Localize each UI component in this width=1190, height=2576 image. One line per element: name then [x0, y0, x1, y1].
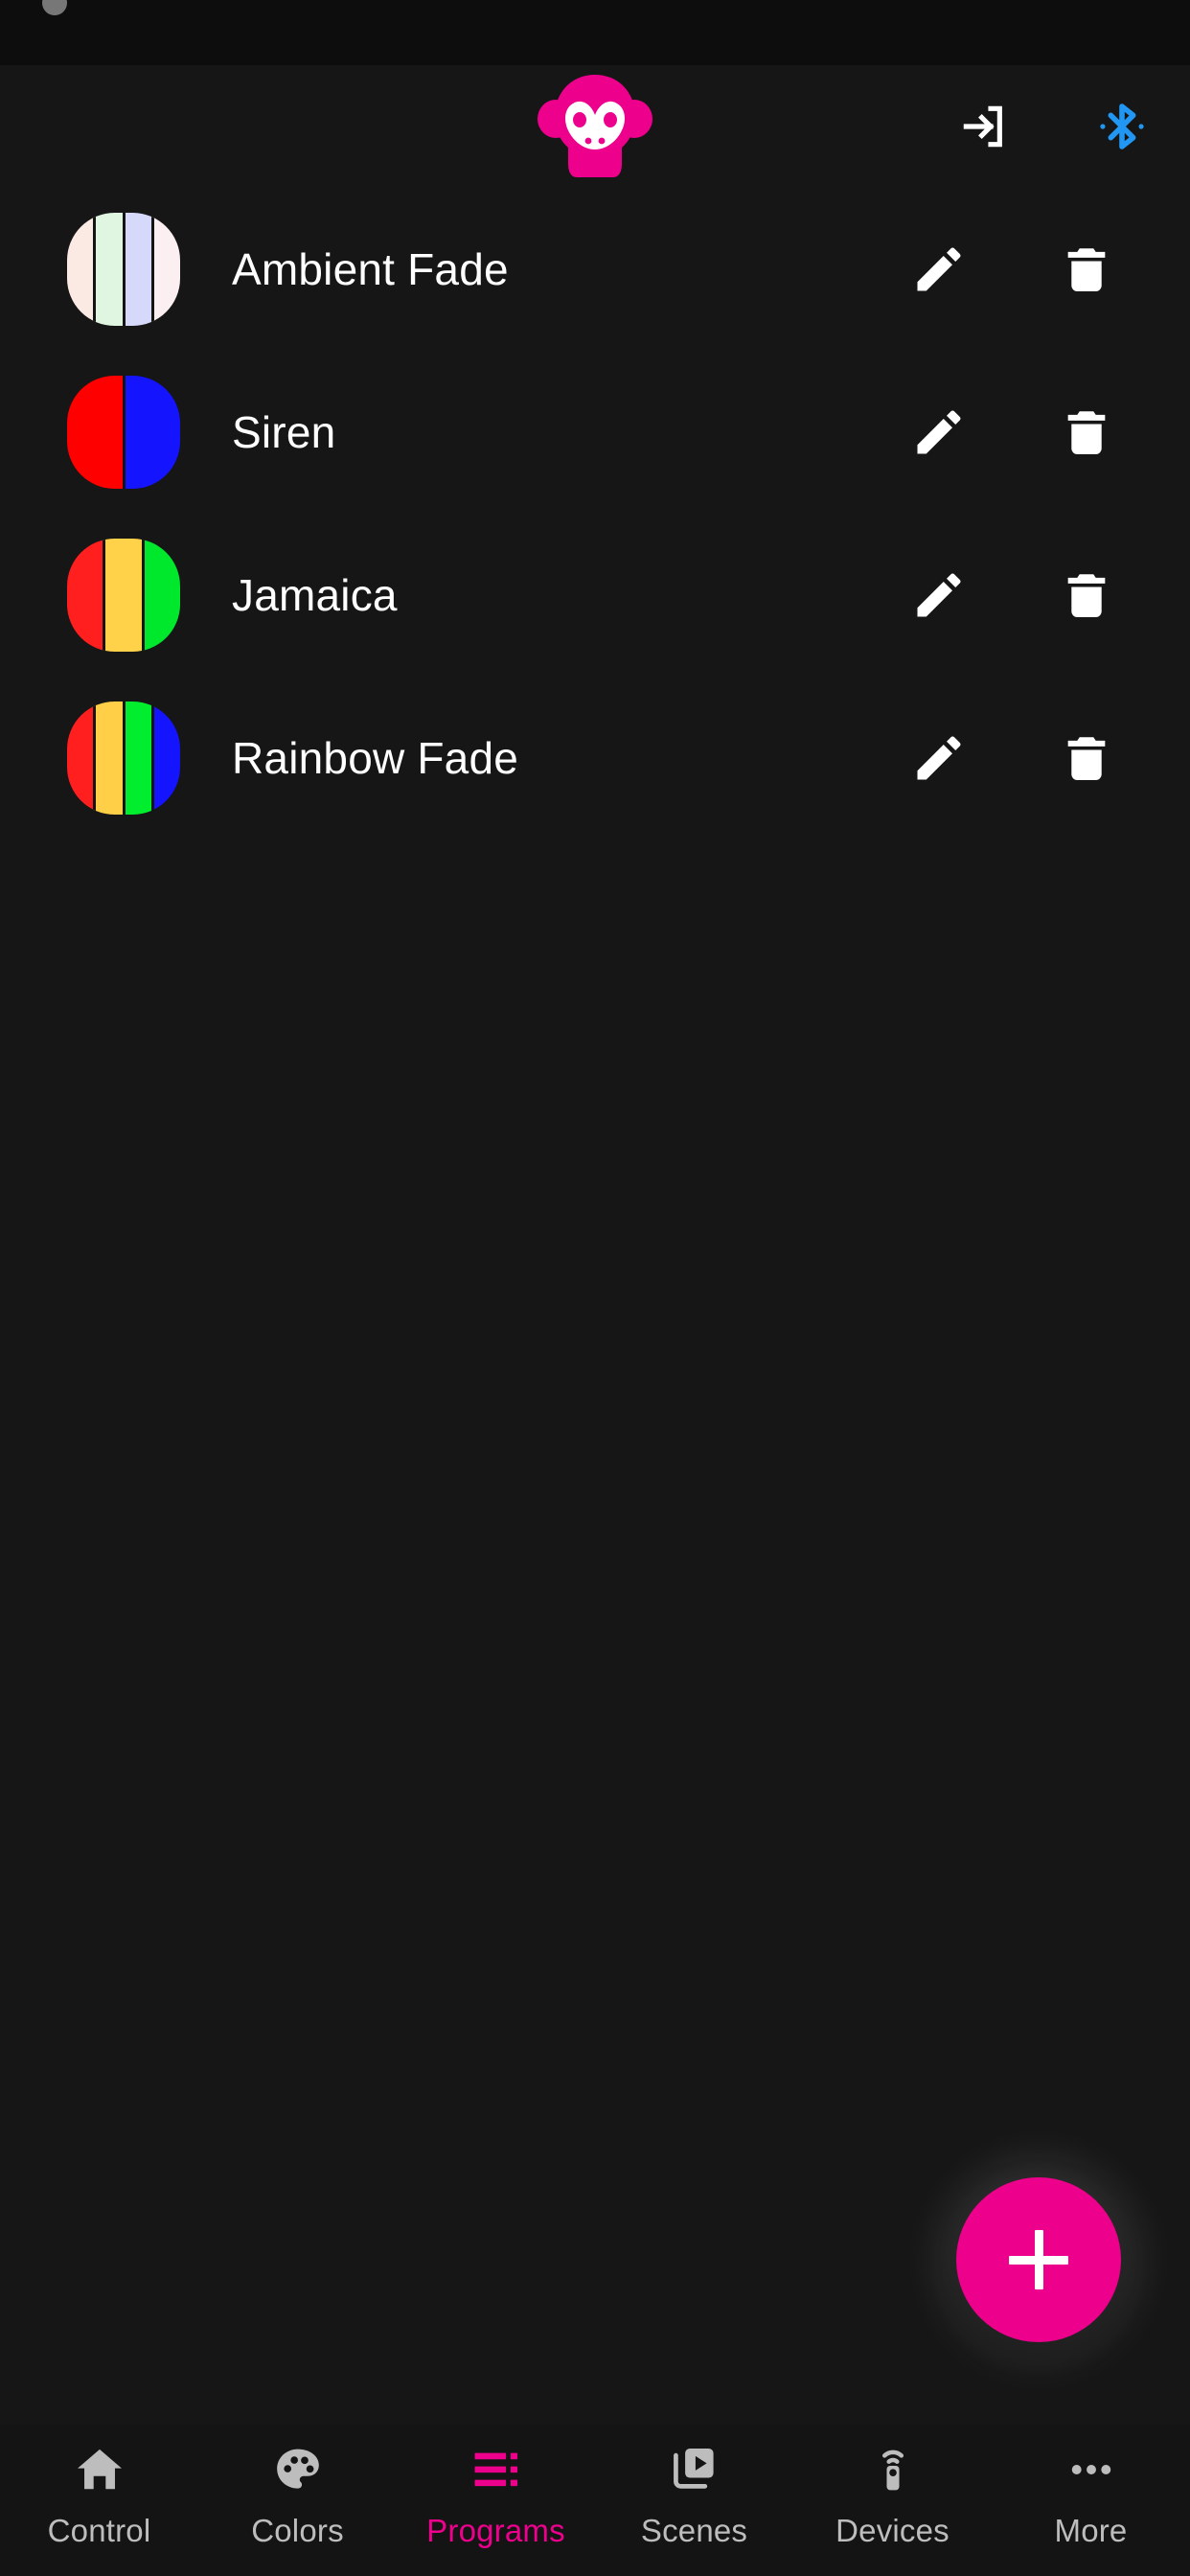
- nav-item-devices[interactable]: Devices: [793, 2440, 992, 2549]
- delete-icon[interactable]: [1050, 233, 1123, 306]
- swatch-stripe: [103, 539, 142, 652]
- nav-item-colors[interactable]: Colors: [198, 2440, 397, 2549]
- swatch-stripe: [93, 702, 123, 815]
- edit-icon[interactable]: [903, 559, 975, 632]
- swatch-stripe: [141, 539, 180, 652]
- swatch-stripe: [67, 702, 94, 815]
- program-color-swatch: [67, 539, 180, 652]
- program-color-swatch: [67, 376, 180, 489]
- palette-icon: [272, 2440, 324, 2499]
- nav-label: Devices: [835, 2513, 950, 2548]
- status-bar: [0, 0, 1190, 65]
- program-name: Rainbow Fade: [232, 733, 519, 783]
- program-row-actions: [903, 233, 1123, 306]
- delete-icon[interactable]: [1050, 722, 1123, 794]
- notification-indicator-icon: [42, 0, 67, 15]
- app-screen: Ambient Fade Siren Jamaica Rainbow Fade …: [0, 0, 1190, 2576]
- program-row[interactable]: Siren: [0, 351, 1190, 514]
- home-icon: [74, 2440, 126, 2499]
- nav-item-more[interactable]: More: [992, 2440, 1190, 2549]
- program-name: Ambient Fade: [232, 244, 509, 294]
- nav-label: Control: [47, 2513, 151, 2548]
- swatch-stripe: [67, 539, 103, 652]
- nav-label: More: [1054, 2513, 1128, 2548]
- add-program-fab[interactable]: [956, 2177, 1121, 2342]
- program-row-actions: [903, 396, 1123, 469]
- edit-icon[interactable]: [903, 722, 975, 794]
- program-name: Jamaica: [232, 570, 398, 620]
- swatch-stripe: [122, 213, 151, 326]
- playlist-icon: [470, 2440, 522, 2499]
- app-bar: [0, 65, 1190, 188]
- bottom-navigation: Control Colors Programs Scenes Devices M…: [0, 2425, 1190, 2576]
- nav-label: Colors: [251, 2513, 344, 2548]
- app-bar-actions: [952, 95, 1154, 158]
- swatch-stripe: [93, 213, 123, 326]
- connect-icon[interactable]: [952, 95, 1016, 158]
- swatch-stripe: [122, 702, 151, 815]
- plus-icon: [1009, 2230, 1068, 2289]
- program-color-swatch: [67, 213, 180, 326]
- delete-icon[interactable]: [1050, 396, 1123, 469]
- program-list: Ambient Fade Siren Jamaica Rainbow Fade: [0, 188, 1190, 2425]
- monkey-logo-icon: [537, 73, 653, 180]
- program-row[interactable]: Rainbow Fade: [0, 677, 1190, 840]
- program-row-actions: [903, 722, 1123, 794]
- swatch-stripe: [150, 702, 180, 815]
- swatch-stripe: [122, 376, 180, 489]
- program-row[interactable]: Jamaica: [0, 514, 1190, 677]
- video-library-icon: [669, 2440, 721, 2499]
- edit-icon[interactable]: [903, 233, 975, 306]
- nav-label: Scenes: [640, 2513, 748, 2548]
- program-name: Siren: [232, 407, 336, 457]
- program-row[interactable]: Ambient Fade: [0, 188, 1190, 351]
- nav-item-control[interactable]: Control: [0, 2440, 198, 2549]
- remote-control-icon: [867, 2440, 919, 2499]
- program-color-swatch: [67, 702, 180, 815]
- delete-icon[interactable]: [1050, 559, 1123, 632]
- program-row-actions: [903, 559, 1123, 632]
- edit-icon[interactable]: [903, 396, 975, 469]
- swatch-stripe: [150, 213, 180, 326]
- bluetooth-icon[interactable]: [1090, 95, 1154, 158]
- nav-label: Programs: [426, 2513, 565, 2548]
- nav-item-scenes[interactable]: Scenes: [595, 2440, 793, 2549]
- more-horizontal-icon: [1065, 2440, 1117, 2499]
- swatch-stripe: [67, 376, 123, 489]
- nav-item-programs[interactable]: Programs: [397, 2440, 595, 2549]
- swatch-stripe: [67, 213, 94, 326]
